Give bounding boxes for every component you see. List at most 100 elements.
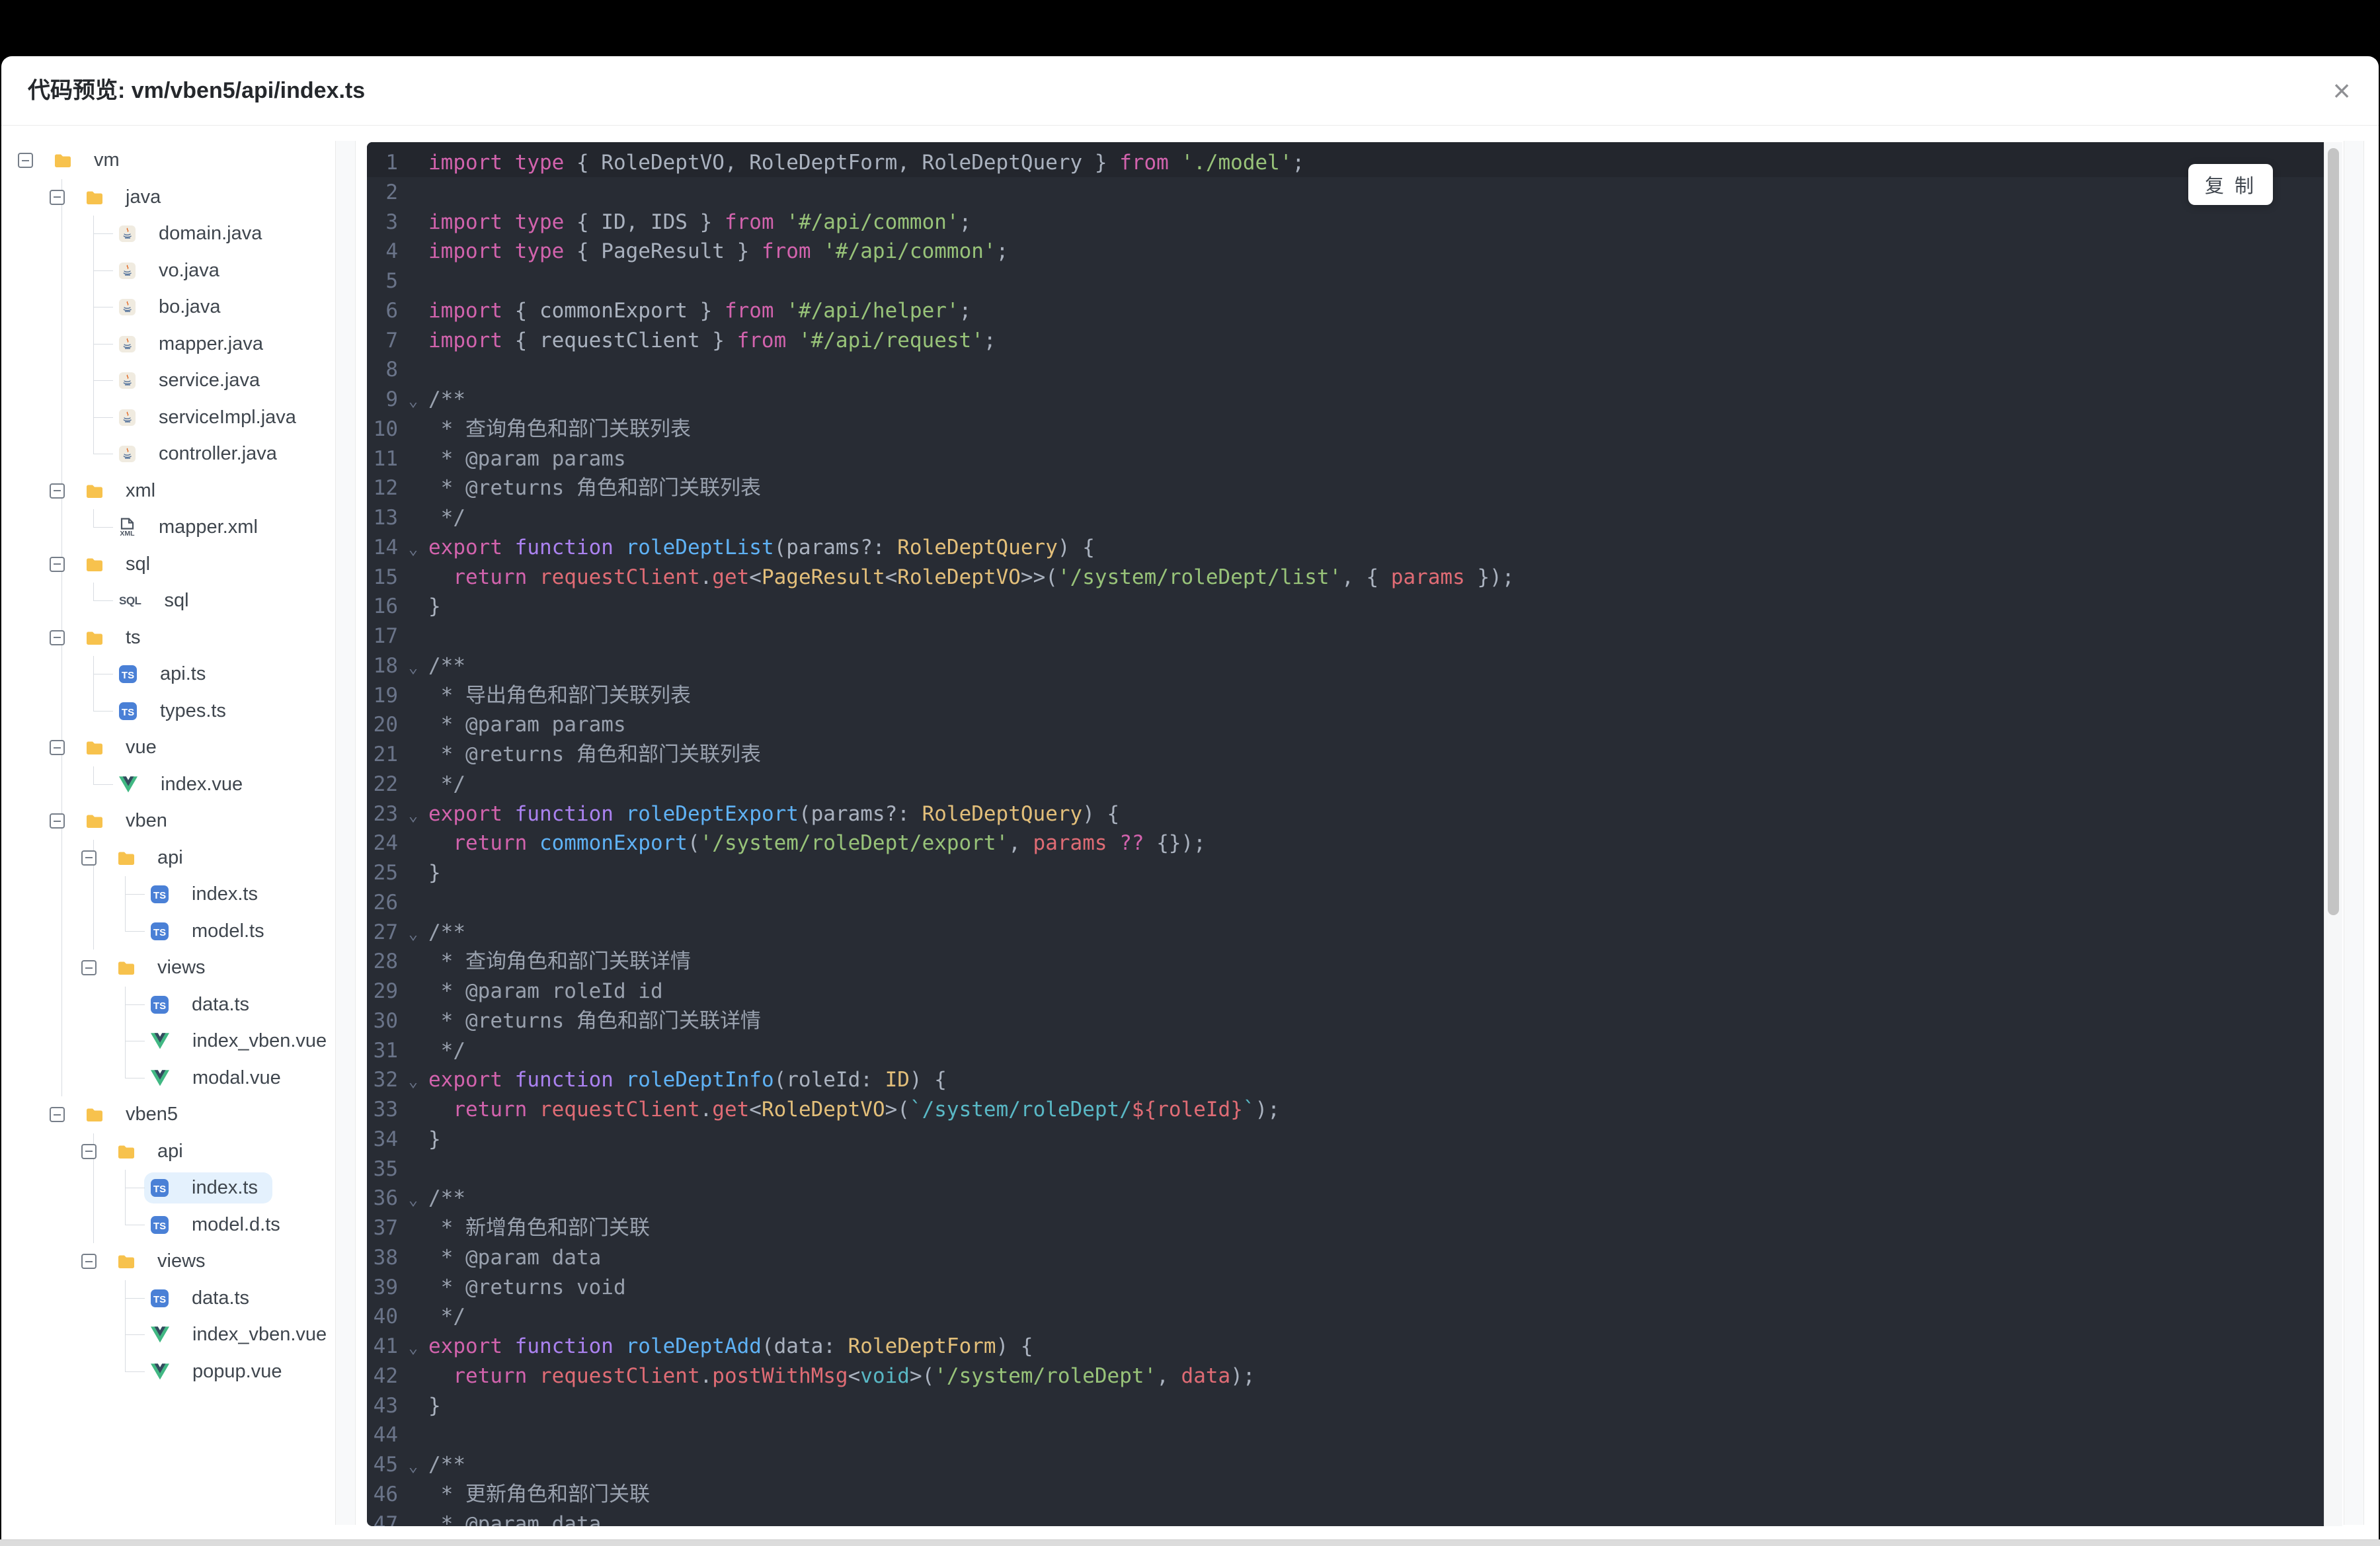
line-number: 23 xyxy=(373,801,398,826)
line-number: 46 xyxy=(373,1482,398,1506)
tree-collapse-toggle-icon[interactable] xyxy=(50,813,65,829)
tree-item-sql[interactable]: sql xyxy=(13,546,335,583)
tree-collapse-toggle-icon[interactable] xyxy=(81,850,97,866)
tree-item-mapper.xml[interactable]: XML mapper.xml xyxy=(13,509,335,546)
code-scrollbar-thumb[interactable] xyxy=(2328,148,2339,915)
fold-chevron-icon[interactable]: ⌄ xyxy=(398,801,428,831)
tree-connector xyxy=(93,600,113,601)
fold-chevron-icon[interactable]: ⌄ xyxy=(398,386,428,416)
tree-connector xyxy=(125,894,145,895)
line-number: 10 xyxy=(373,417,398,441)
code-text: export function roleDeptList(params?: Ro… xyxy=(428,535,1095,559)
tree-item-modal.vue[interactable]: modal.vue xyxy=(13,1059,335,1096)
tree-item-index.ts[interactable]: TS index.ts xyxy=(13,1170,335,1207)
tree-item-index_vben.vue[interactable]: index_vben.vue xyxy=(13,1023,335,1060)
fold-chevron-icon[interactable]: ⌄ xyxy=(398,653,428,682)
tree-item-model.ts[interactable]: TS model.ts xyxy=(13,913,335,950)
tree-item-vm[interactable]: vm xyxy=(13,142,335,179)
typescript-file-icon: TS xyxy=(151,1215,169,1234)
tree-item-bo.java[interactable]: bo.java xyxy=(13,289,335,326)
fold-chevron-icon[interactable]: ⌄ xyxy=(398,919,428,949)
tree-item-vben5[interactable]: vben5 xyxy=(13,1096,335,1133)
code-line: 20 * @param params xyxy=(367,710,2324,740)
tree-item-index.vue[interactable]: index.vue xyxy=(13,766,335,803)
fold-chevron-icon[interactable]: ⌄ xyxy=(398,1333,428,1363)
tree-item-index_vben.vue[interactable]: index_vben.vue xyxy=(13,1317,335,1354)
code-text: * @param params xyxy=(428,446,626,471)
tree-connector xyxy=(93,233,113,234)
tree-item-index.ts[interactable]: TS index.ts xyxy=(13,876,335,913)
tree-item-data.ts[interactable]: TS data.ts xyxy=(13,986,335,1023)
tree-connector xyxy=(93,380,113,381)
fold-chevron-icon[interactable]: ⌄ xyxy=(398,1451,428,1481)
code-line: 46 * 更新角色和部门关联 xyxy=(367,1480,2324,1510)
code-line: 11 * @param params xyxy=(367,444,2324,474)
tree-item-serviceImpl.java[interactable]: serviceImpl.java xyxy=(13,399,335,436)
tree-collapse-toggle-icon[interactable] xyxy=(50,189,65,205)
fold-chevron-icon[interactable]: ⌄ xyxy=(398,534,428,564)
tree-item-domain.java[interactable]: domain.java xyxy=(13,216,335,253)
folder-icon xyxy=(86,484,102,498)
tree-item-ts[interactable]: ts xyxy=(13,619,335,656)
tree-item-api[interactable]: api xyxy=(13,839,335,876)
tree-item-label: vo.java xyxy=(159,259,219,281)
tree-indent-guide xyxy=(93,876,94,913)
code-text: */ xyxy=(428,1305,465,1329)
line-number: 45 xyxy=(373,1453,398,1477)
tree-item-api.ts[interactable]: TS api.ts xyxy=(13,656,335,693)
tree-item-data.ts[interactable]: TS data.ts xyxy=(13,1280,335,1317)
folder-icon xyxy=(118,1254,134,1269)
tree-item-vue[interactable]: vue xyxy=(13,729,335,766)
tree-scrollbar[interactable] xyxy=(335,141,356,1525)
tree-item-views[interactable]: views xyxy=(13,950,335,987)
code-line: 47 * @param data xyxy=(367,1510,2324,1527)
java-file-icon xyxy=(119,299,136,316)
page-horizontal-scrollbar[interactable] xyxy=(0,1539,2380,1546)
tree-collapse-toggle-icon[interactable] xyxy=(18,153,33,169)
tree-collapse-toggle-icon[interactable] xyxy=(81,1143,97,1159)
tree-item-controller.java[interactable]: controller.java xyxy=(13,436,335,473)
tree-item-label: bo.java xyxy=(159,296,221,318)
folder-icon xyxy=(86,190,102,204)
tree-item-sql[interactable]: SQL sql xyxy=(13,583,335,620)
tree-collapse-toggle-icon[interactable] xyxy=(50,1107,65,1123)
tree-item-mapper.java[interactable]: mapper.java xyxy=(13,325,335,362)
tree-item-api[interactable]: api xyxy=(13,1133,335,1170)
line-number: 40 xyxy=(373,1305,398,1329)
tree-item-vben[interactable]: vben xyxy=(13,803,335,840)
modal-scrollbar[interactable] xyxy=(2344,141,2364,1525)
folder-icon xyxy=(118,1145,134,1159)
fold-chevron-icon[interactable]: ⌄ xyxy=(398,1185,428,1215)
java-file-icon xyxy=(119,409,136,426)
tree-collapse-toggle-icon[interactable] xyxy=(50,483,65,499)
line-number: 15 xyxy=(373,565,398,589)
code-text: * 新增角色和部门关联 xyxy=(428,1216,650,1240)
tree-item-service.java[interactable]: service.java xyxy=(13,362,335,399)
vue-file-icon xyxy=(151,1070,169,1086)
tree-item-xml[interactable]: xml xyxy=(13,472,335,509)
tree-connector xyxy=(125,1297,145,1299)
tree-collapse-toggle-icon[interactable] xyxy=(50,740,65,756)
close-icon[interactable]: × xyxy=(2323,72,2360,109)
line-number: 30 xyxy=(373,1008,398,1033)
code-line: 4 import type { PageResult } from '#/api/… xyxy=(367,237,2324,266)
tree-item-model.d.ts[interactable]: TS model.d.ts xyxy=(13,1206,335,1243)
tree-collapse-toggle-icon[interactable] xyxy=(81,1254,97,1270)
tree-item-popup.vue[interactable]: popup.vue xyxy=(13,1353,335,1391)
tree-item-types.ts[interactable]: TS types.ts xyxy=(13,692,335,729)
line-number: 7 xyxy=(385,328,398,352)
fold-chevron-icon[interactable]: ⌄ xyxy=(398,1067,428,1096)
tree-collapse-toggle-icon[interactable] xyxy=(50,630,65,645)
tree-collapse-toggle-icon[interactable] xyxy=(81,960,97,976)
copy-button[interactable]: 复 制 xyxy=(2188,164,2273,205)
tree-item-java[interactable]: java xyxy=(13,179,335,216)
code-line: 1 import type { RoleDeptVO, RoleDeptForm,… xyxy=(367,148,2324,178)
line-number: 36 xyxy=(373,1186,398,1211)
code-line: 3 import type { ID, IDS } from '#/api/com… xyxy=(367,208,2324,237)
code-text: export function roleDeptAdd(data: RoleDe… xyxy=(428,1334,1033,1358)
tree-item-views[interactable]: views xyxy=(13,1243,335,1280)
tree-item-vo.java[interactable]: vo.java xyxy=(13,252,335,289)
code-scrollbar[interactable] xyxy=(2324,142,2342,1526)
tree-collapse-toggle-icon[interactable] xyxy=(50,556,65,572)
tree-connector xyxy=(125,930,145,932)
